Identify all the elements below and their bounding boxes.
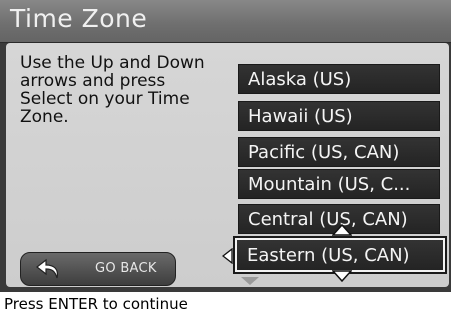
status-text: Press ENTER to continue (4, 295, 188, 313)
device-screen: Time Zone Use the Up and Down arrows and… (0, 0, 451, 292)
scroll-down-arrow-icon[interactable] (332, 270, 352, 282)
down-indicator-icon (241, 277, 259, 285)
left-arrow-icon (222, 248, 233, 264)
back-arrow-icon (36, 258, 59, 279)
zone-option-pacific[interactable]: Pacific (US, CAN) (238, 137, 440, 167)
zone-option-mountain[interactable]: Mountain (US, C... (238, 169, 440, 199)
zone-option-eastern-selected[interactable]: Eastern (US, CAN) (233, 236, 447, 274)
zone-option-hawaii[interactable]: Hawaii (US) (238, 101, 440, 131)
go-back-label: GO BACK (95, 261, 157, 276)
go-back-button[interactable]: GO BACK (20, 252, 176, 286)
zone-option-alaska[interactable]: Alaska (US) (238, 64, 440, 94)
scroll-up-arrow-icon[interactable] (332, 224, 352, 236)
